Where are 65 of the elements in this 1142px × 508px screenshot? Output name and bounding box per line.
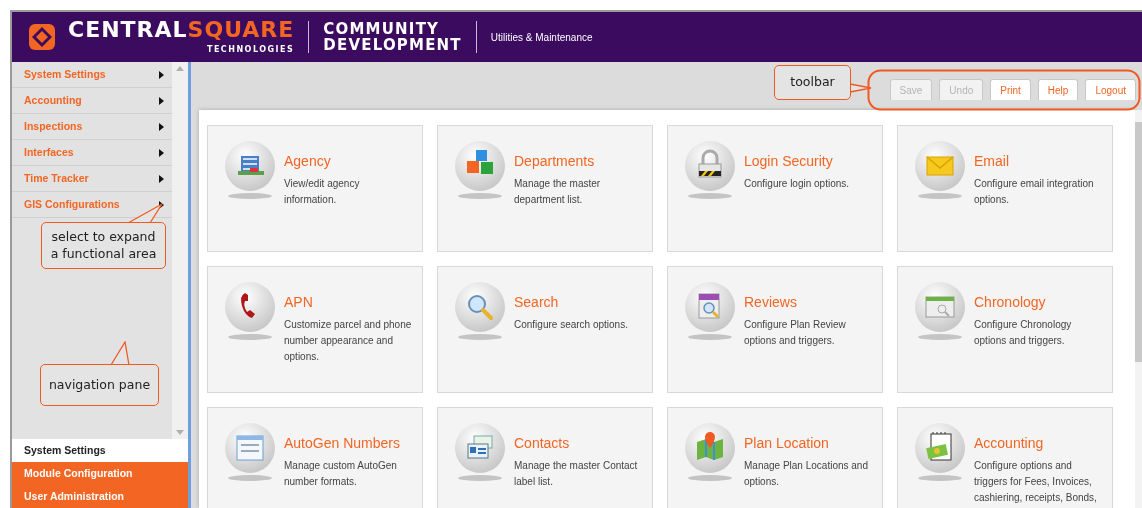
tile-description: Configure login options. [744, 176, 850, 191]
settings-tile[interactable]: Agency View/edit agency information. [207, 125, 423, 252]
expand-arrow-icon[interactable] [159, 122, 164, 131]
logo-wordmark: CENTRALSQUARE [68, 18, 295, 41]
logo-tagline: TECHNOLOGIES [205, 43, 295, 56]
tile-title: Search [514, 294, 560, 311]
expand-arrow-icon[interactable] [159, 148, 164, 157]
tile-title: APN [284, 294, 314, 311]
settings-tile[interactable]: Search Configure search options. [437, 266, 653, 393]
window-search-icon [914, 281, 966, 341]
envelope-icon [914, 140, 966, 200]
scrollbar[interactable] [1135, 110, 1142, 508]
document-search-icon [684, 281, 736, 341]
tile-description: Configure Chronology options and triggers. [974, 317, 1073, 348]
tile-title: Departments [514, 153, 596, 170]
tile-title: AutoGen Numbers [284, 435, 401, 452]
settings-tile[interactable]: Reviews Configure Plan Review options and triggers. [667, 266, 883, 393]
map-pin-icon [684, 422, 736, 482]
settings-tile[interactable]: Contacts Manage the master Contact label list. [437, 407, 653, 508]
callout-pointer [110, 341, 130, 366]
tile-title: Email [974, 153, 1010, 170]
tile-description: Configure Plan Review options and triggers. [744, 317, 847, 348]
tile-description: Configure email integration options. [974, 176, 1095, 207]
building-icon [224, 140, 276, 200]
callout: toolbar [774, 65, 851, 100]
phone-icon [224, 281, 276, 341]
tile-description: Customize parcel and phone number appearance and options. [284, 317, 413, 364]
settings-tile[interactable]: Plan Location Manage Plan Locations and options. [667, 407, 883, 508]
tile-description: Manage custom AutoGen number formats. [284, 458, 398, 489]
tile-title: Agency [284, 153, 332, 170]
tile-description: Manage Plan Locations and options. [744, 458, 869, 489]
padlock-icon [684, 140, 736, 200]
callout-pointer [127, 203, 163, 224]
module-title: Utilities & Maintenance [490, 30, 593, 45]
settings-tile[interactable]: Email Configure email integration options. [897, 125, 1113, 252]
expand-arrow-icon[interactable] [159, 96, 164, 105]
tile-title: Accounting [974, 435, 1045, 452]
contact-cards-icon [454, 422, 506, 482]
product-title: COMMUNITY [323, 20, 441, 37]
settings-tile[interactable]: Login Security Configure login options. [667, 125, 883, 252]
tile-description: View/edit agency information. [284, 176, 361, 207]
settings-tile[interactable]: Chronology Configure Chronology options and triggers. [897, 266, 1113, 393]
search-icon [454, 281, 506, 341]
expand-arrow-icon[interactable] [159, 174, 164, 183]
tile-title: Reviews [744, 294, 798, 311]
callout-pointer [849, 83, 872, 93]
tile-description: Configure search options. [514, 317, 628, 332]
settings-tile[interactable]: AutoGen Numbers Manage custom AutoGen number formats. [207, 407, 423, 508]
product-title: DEVELOPMENT [323, 37, 462, 54]
expand-arrow-icon[interactable] [159, 70, 164, 79]
settings-tile[interactable]: Departments Manage the master department list. [437, 125, 653, 252]
settings-tile[interactable]: APN Customize parcel and phone number appearance and options. [207, 266, 423, 393]
tile-description: Configure options and triggers for Fees, Invoices, cashiering, receipts, Bonds, [974, 458, 1098, 505]
tile-description: Manage the master department list. [514, 176, 602, 207]
tile-title: Login Security [744, 153, 834, 170]
cubes-icon [454, 140, 506, 200]
settings-tile[interactable]: Accounting Configure options and triggers for Fees, Invoices, cashiering, receipts, Bonds, [897, 407, 1113, 508]
tile-title: Plan Location [744, 435, 830, 452]
section-tab[interactable]: System Settings [12, 439, 188, 462]
logo-icon [26, 21, 58, 53]
notepad-money-icon [914, 422, 966, 482]
tile-title: Chronology [974, 294, 1047, 311]
tile-description: Manage the master Contact label list. [514, 458, 639, 489]
callout: navigation pane [40, 364, 159, 406]
tile-title: Contacts [514, 435, 571, 452]
